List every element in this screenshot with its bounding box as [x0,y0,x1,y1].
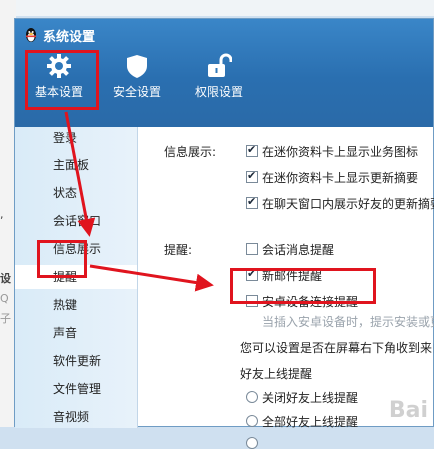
watermark: Bai [388,398,428,423]
arrow-to-android-option [89,264,214,292]
arrow-to-reminder [64,111,96,237]
annotation-arrows [64,111,214,292]
partial-radio[interactable] [246,437,258,449]
